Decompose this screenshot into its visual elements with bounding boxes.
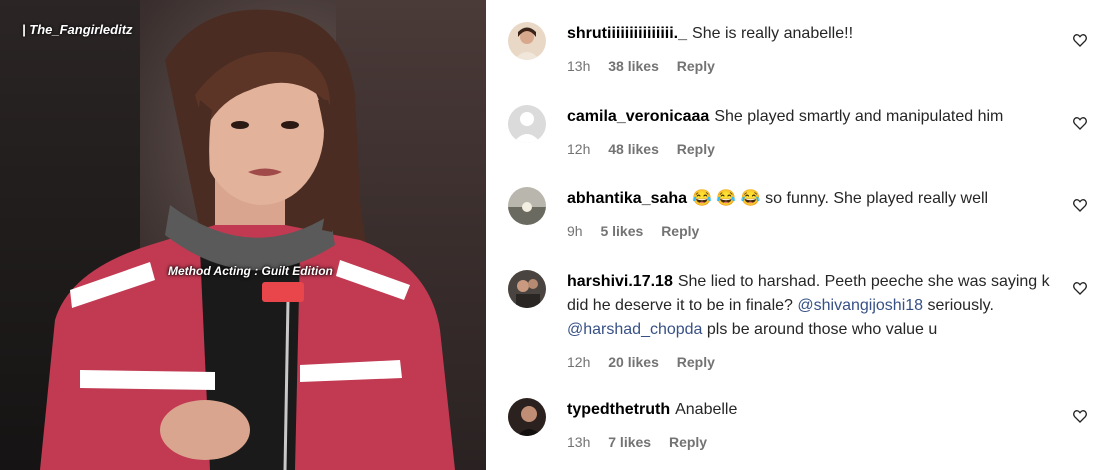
comment-username[interactable]: abhantika_saha <box>567 190 687 207</box>
video-caption: Method Acting : Guilt Edition <box>168 264 333 278</box>
comment-likes[interactable]: 5 likes <box>600 223 643 239</box>
comment-username[interactable]: typedthetruth <box>567 401 670 418</box>
comment-username[interactable]: shrutiiiiiiiiiiiiiii._ <box>567 25 687 42</box>
heart-outline-icon[interactable] <box>1072 115 1088 131</box>
reply-button[interactable]: Reply <box>677 354 715 370</box>
comment-body: harshivi.17.18 She lied to harshad. Peeth… <box>567 270 1057 374</box>
comment-time[interactable]: 13h <box>567 434 590 450</box>
avatar[interactable] <box>508 22 546 60</box>
comment-body: typedthetruth Anabelle 13h 7 likes Reply <box>567 398 1057 454</box>
comment-username[interactable]: harshivi.17.18 <box>567 273 673 290</box>
emoji-laughing: 😂 😂 😂 <box>692 190 761 207</box>
comment-text: Anabelle <box>675 401 738 418</box>
comment-username[interactable]: camila_veronicaaa <box>567 108 709 125</box>
avatar[interactable] <box>508 398 546 436</box>
comment-text: seriously. <box>927 297 994 314</box>
video-thumbnail[interactable]: | The_Fangirleditz Method Acting : Guilt… <box>0 0 486 470</box>
heart-outline-icon[interactable] <box>1072 280 1088 296</box>
comment-meta: 12h 48 likes Reply <box>567 137 1057 161</box>
reply-button[interactable]: Reply <box>669 434 707 450</box>
reply-button[interactable]: Reply <box>677 141 715 157</box>
comment-time[interactable]: 9h <box>567 223 583 239</box>
comment-text: She played smartly and manipulated him <box>714 108 1004 125</box>
comment-meta: 13h 38 likes Reply <box>567 54 1057 78</box>
comment-text: She is really anabelle!! <box>692 25 854 42</box>
watermark-text: | The_Fangirleditz <box>22 22 133 37</box>
heart-outline-icon[interactable] <box>1072 32 1088 48</box>
reply-button[interactable]: Reply <box>661 223 699 239</box>
comment-meta: 12h 20 likes Reply <box>567 350 1057 374</box>
mention-link[interactable]: @harshad_chopda <box>567 321 702 338</box>
comment-likes[interactable]: 20 likes <box>608 354 659 370</box>
comment-body: camila_veronicaaa She played smartly and … <box>567 105 1057 161</box>
comment-time[interactable]: 12h <box>567 354 590 370</box>
mention-link[interactable]: @shivangijoshi18 <box>797 297 923 314</box>
comment-text: so funny. She played really well <box>765 190 989 207</box>
comment-body: shrutiiiiiiiiiiiiiii._ She is really anab… <box>567 22 1057 78</box>
comment-likes[interactable]: 38 likes <box>608 58 659 74</box>
comment-text: pls be around those who value u <box>706 321 938 338</box>
comments-list: shrutiiiiiiiiiiiiiii._ She is really anab… <box>486 0 1102 470</box>
comment-meta: 13h 7 likes Reply <box>567 430 1057 454</box>
heart-outline-icon[interactable] <box>1072 408 1088 424</box>
avatar[interactable] <box>508 270 546 308</box>
comment-meta: 9h 5 likes Reply <box>567 219 1057 243</box>
comment-time[interactable]: 12h <box>567 141 590 157</box>
comment-time[interactable]: 13h <box>567 58 590 74</box>
avatar[interactable] <box>508 187 546 225</box>
heart-outline-icon[interactable] <box>1072 197 1088 213</box>
comment-body: abhantika_saha 😂 😂 😂 so funny. She played… <box>567 187 1057 243</box>
comment-likes[interactable]: 48 likes <box>608 141 659 157</box>
user-silhouette-icon <box>508 105 546 143</box>
reply-button[interactable]: Reply <box>677 58 715 74</box>
person-illustration <box>40 9 455 470</box>
comment-likes[interactable]: 7 likes <box>608 434 651 450</box>
avatar[interactable] <box>508 105 546 143</box>
